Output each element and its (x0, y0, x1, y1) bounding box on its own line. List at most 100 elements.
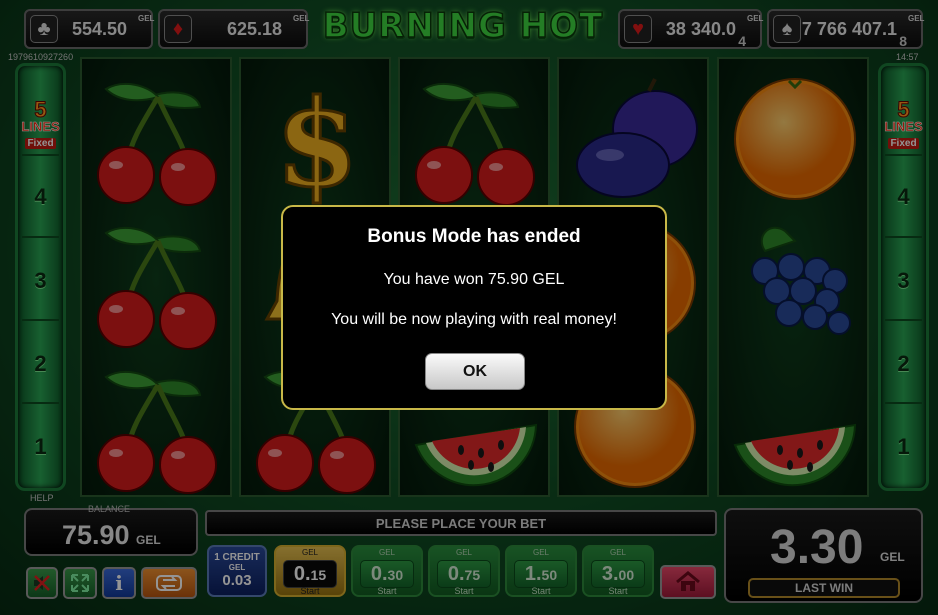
dollar-symbol: $ (247, 67, 387, 216)
last-win-value: 3.30 (770, 521, 864, 574)
lines-word: LINES (21, 119, 60, 134)
gamble-button[interactable] (141, 567, 197, 599)
jackpot-spade-value: 7 766 407.1 (801, 19, 897, 39)
swap-icon (156, 575, 182, 591)
lines-count: 5 (34, 97, 47, 122)
jackpot-heart: ♥ 38 340.0 GEL 4 (618, 9, 764, 49)
right-lines-panel: 5 LINES Fixed 4 3 2 1 (878, 63, 929, 491)
line-number-1: 1 (897, 434, 910, 459)
session-id: 1979610927260 (8, 52, 74, 62)
cherry-symbol (88, 67, 228, 207)
club-icon: ♣ (30, 15, 58, 43)
jackpot-diamond-value: 625.18 (226, 19, 282, 39)
jackpot-diamond: ♦ 625.18 GEL (158, 9, 310, 49)
dialog-info-text: You will be now playing with real money! (331, 311, 617, 328)
bet-start-label: Start (377, 586, 397, 596)
left-lines-panel: 5 LINES Fixed 4 3 2 1 (15, 63, 66, 491)
bet-currency: GEL (455, 548, 472, 557)
diamond-icon: ♦ (164, 15, 192, 43)
bet-currency: GEL (378, 548, 395, 557)
expand-icon (71, 574, 89, 592)
jackpot-club-value: 554.50 (71, 19, 127, 39)
lines-word: LINES (884, 119, 923, 134)
divider (22, 236, 59, 238)
line-number-1: 1 (34, 434, 47, 459)
bet-start-label: Start (300, 586, 320, 596)
bet-start-label: Start (608, 586, 628, 596)
jackpot-heart-currency: GEL (747, 14, 764, 23)
credit-value-selector[interactable]: 1 CREDIT GEL 0.03 (207, 545, 267, 597)
jackpot-spade-level: 8 (899, 33, 907, 49)
bet-button-1[interactable]: GEL 0.15 Start (274, 545, 346, 597)
bet-currency: GEL (301, 548, 318, 557)
reel-1 (80, 57, 232, 497)
grapes-symbol (725, 211, 865, 351)
bet-value: 3.00 (591, 560, 645, 588)
bet-value: 0.15 (283, 560, 337, 588)
jackpot-club-currency: GEL (138, 14, 155, 23)
lines-mode: Fixed (25, 138, 56, 149)
bet-start-label: Start (531, 586, 551, 596)
balance-panel: BALANCE 75.90 GEL (24, 504, 198, 556)
jackpot-spade: ♠ 7 766 407.1 GEL 8 (767, 9, 925, 49)
jackpot-spade-currency: GEL (908, 14, 925, 23)
bonus-ended-dialog: Bonus Mode has ended You have won 75.90 … (281, 205, 667, 410)
info-button[interactable]: i (102, 567, 136, 599)
lines-indicator: 5 LINES Fixed (881, 97, 926, 151)
home-button[interactable] (660, 565, 716, 599)
fullscreen-button[interactable] (63, 567, 97, 599)
divider (885, 319, 922, 321)
orange-symbol (725, 67, 865, 207)
help-label: HELP (30, 493, 54, 503)
game-stage: ♣ 554.50 GEL ♦ 625.18 GEL BURNING HOT ♥ … (0, 0, 938, 615)
line-number-3: 3 (897, 268, 910, 293)
divider (885, 236, 922, 238)
divider (885, 154, 922, 156)
line-number-2: 2 (34, 351, 47, 376)
dialog-win-text: You have won 75.90 GEL (383, 271, 565, 288)
jackpot-club: ♣ 554.50 GEL (24, 9, 155, 49)
divider (22, 154, 59, 156)
cherry-symbol (406, 67, 546, 207)
ok-button[interactable]: OK (425, 353, 525, 390)
lines-count: 5 (897, 97, 910, 122)
bet-currency: GEL (532, 548, 549, 557)
clock: 14:57 (896, 52, 919, 62)
balance-currency: GEL (136, 533, 161, 547)
last-win-currency: GEL (880, 550, 905, 564)
bet-value: 1.50 (514, 560, 568, 588)
last-win-label: LAST WIN (748, 578, 900, 598)
bet-button-3[interactable]: GEL 0.75 Start (428, 545, 500, 597)
balance-value: 75.90 (62, 520, 130, 550)
line-number-3: 3 (34, 268, 47, 293)
credit-label: 1 CREDIT (214, 552, 260, 563)
dialog-title: Bonus Mode has ended (367, 226, 581, 247)
bet-button-2[interactable]: GEL 0.30 Start (351, 545, 423, 597)
reel-5 (717, 57, 869, 497)
home-icon (676, 571, 700, 591)
status-message: PLEASE PLACE YOUR BET (205, 510, 717, 536)
bet-button-5[interactable]: GEL 3.00 Start (582, 545, 654, 597)
bet-button-4[interactable]: GEL 1.50 Start (505, 545, 577, 597)
sound-toggle-button[interactable] (26, 567, 58, 599)
cherry-symbol (88, 355, 228, 495)
lines-mode: Fixed (888, 138, 919, 149)
jackpot-heart-value: 38 340.0 (665, 19, 736, 39)
divider (22, 319, 59, 321)
line-number-4: 4 (897, 184, 910, 209)
game-title: BURNING HOT (322, 5, 604, 47)
svg-text:$: $ (275, 73, 359, 207)
bet-start-label: Start (454, 586, 474, 596)
divider (22, 402, 59, 404)
line-number-4: 4 (34, 184, 47, 209)
heart-icon: ♥ (624, 15, 652, 43)
cherry-symbol (88, 211, 228, 351)
jackpot-diamond-currency: GEL (293, 14, 310, 23)
balance-label: BALANCE (88, 504, 131, 514)
last-win-panel: 3.30 GEL LAST WIN (724, 508, 923, 603)
speaker-muted-icon (34, 575, 50, 591)
bet-value: 0.75 (437, 560, 491, 588)
jackpot-heart-level: 4 (738, 33, 746, 49)
spade-icon: ♠ (773, 15, 801, 43)
watermelon-symbol (725, 355, 865, 495)
